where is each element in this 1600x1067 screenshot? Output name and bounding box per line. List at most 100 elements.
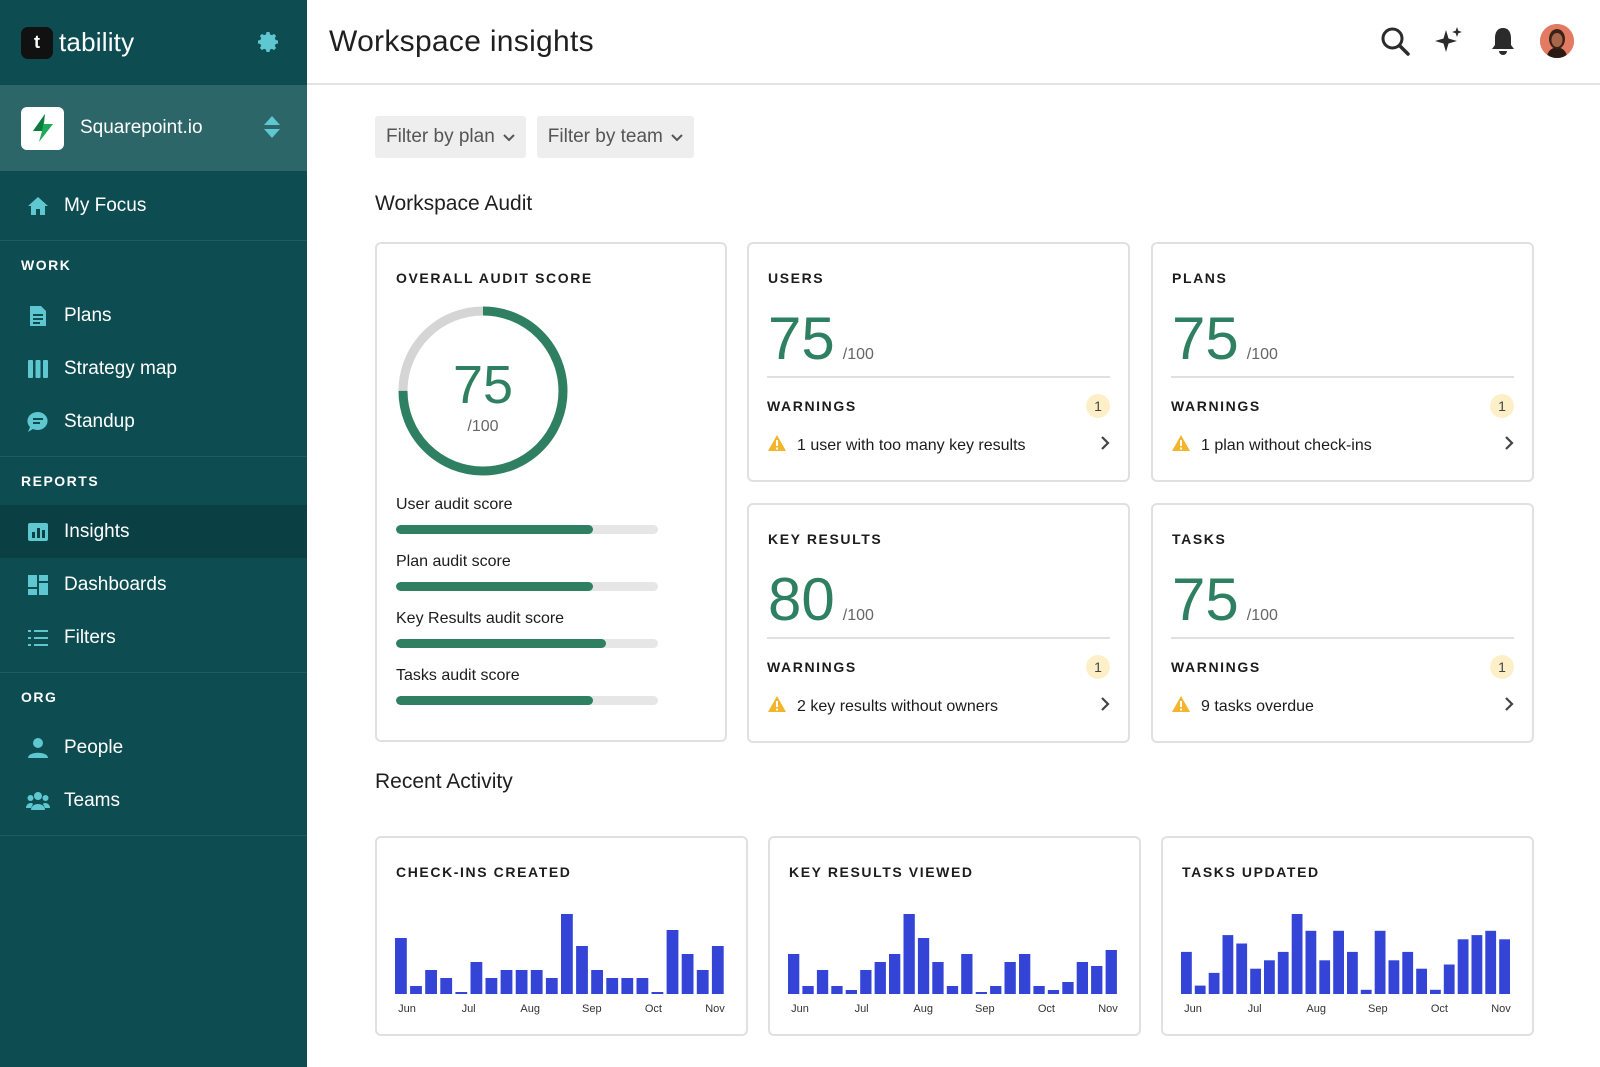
sidebar: t tability Squarepoint.io My Focus WORK … (0, 0, 307, 1067)
chart-bar (455, 992, 468, 994)
warning-item[interactable]: 9 tasks overdue (1153, 695, 1532, 718)
chart-bar (1091, 966, 1103, 994)
plans-audit-card: PLANS 75/100 WARNINGS 1 1 plan without c… (1151, 242, 1534, 482)
chart-bar (711, 946, 724, 994)
overall-audit-card: OVERALL AUDIT SCORE 75 /100 User audit s… (375, 242, 727, 742)
chart-bar (889, 954, 901, 994)
sidebar-item-teams[interactable]: Teams (0, 774, 307, 827)
audit-score: 75 (1172, 305, 1239, 372)
sparkle-icon[interactable] (1432, 24, 1466, 58)
chart-bar (1047, 990, 1060, 994)
chevron-right-icon[interactable] (1100, 696, 1110, 717)
chart-bar (1485, 930, 1497, 994)
chart-bar (440, 978, 453, 994)
chart-title: TASKS UPDATED (1182, 864, 1320, 880)
divider (767, 637, 1110, 639)
chat-icon (26, 410, 50, 434)
warnings-header: WARNINGS 1 (749, 394, 1128, 418)
chart-bar (636, 978, 649, 994)
chart-bar (802, 986, 814, 994)
search-icon[interactable] (1378, 24, 1412, 58)
sidebar-item-filters[interactable]: Filters (0, 611, 307, 664)
sidebar-item-my-focus[interactable]: My Focus (0, 179, 307, 232)
sidebar-item-label: My Focus (64, 194, 147, 216)
switch-workspace-icon[interactable] (263, 115, 281, 144)
recent-activity-title: Recent Activity (375, 770, 513, 793)
sidebar-heading-reports: REPORTS (21, 473, 100, 489)
sidebar-item-insights[interactable]: Insights (0, 505, 307, 558)
x-tick-label: Oct (1038, 1003, 1055, 1015)
bar-chart: Jun Jul Aug Sep Oct Nov (1181, 914, 1511, 1015)
key-results-audit-card: KEY RESULTS 80/100 WARNINGS 1 2 key resu… (747, 503, 1130, 743)
bell-icon[interactable] (1486, 24, 1520, 58)
x-tick-label: Nov (1098, 1003, 1118, 1015)
chevron-right-icon[interactable] (1504, 435, 1514, 456)
warning-icon (767, 695, 787, 718)
progress-track (396, 525, 658, 534)
warnings-count-badge: 1 (1086, 655, 1110, 679)
chart-bar (1457, 939, 1469, 994)
user-avatar[interactable] (1540, 24, 1574, 58)
progress-fill (396, 525, 593, 534)
chart-title: KEY RESULTS VIEWED (789, 864, 974, 880)
chart-bar (530, 970, 543, 994)
tability-logo-icon[interactable]: t (21, 26, 53, 59)
sidebar-item-plans[interactable]: Plans (0, 289, 307, 342)
chart-bar (946, 986, 959, 994)
score-denominator: /100 (1246, 607, 1278, 624)
list-icon (26, 626, 50, 650)
chart-bar (1277, 951, 1289, 994)
chart-bar (561, 914, 573, 994)
card-label: PLANS (1172, 270, 1228, 286)
chevron-right-icon[interactable] (1100, 435, 1110, 456)
warning-icon (1171, 695, 1191, 718)
chart-bar (1004, 962, 1016, 994)
filter-by-team-button[interactable]: Filter by team (536, 116, 694, 158)
chart-bar (1194, 985, 1206, 994)
sidebar-heading-org: ORG (21, 689, 58, 705)
card-label: TASKS (1172, 531, 1227, 547)
filter-by-plan-button[interactable]: Filter by plan (375, 116, 526, 158)
score-block: 75/100 (1172, 565, 1278, 635)
chart-bar (1291, 914, 1303, 994)
filter-plan-label: Filter by plan (386, 126, 495, 147)
chart-bar (1033, 986, 1045, 994)
chart-bar (470, 962, 483, 994)
x-tick-label: Oct (1431, 1003, 1448, 1015)
score-denominator: /100 (842, 346, 874, 363)
chart-bar (515, 970, 528, 994)
sidebar-item-people[interactable]: People (0, 721, 307, 774)
warnings-count-badge: 1 (1086, 394, 1110, 418)
chart-bar (576, 946, 588, 994)
chart-bar (1208, 972, 1220, 994)
tasks-updated-card: TASKS UPDATED Jun Jul Aug Sep Oct Nov (1161, 836, 1534, 1036)
user-audit-bar: User audit score (396, 496, 658, 534)
chart-bar (1250, 968, 1261, 994)
chart-bar (410, 986, 422, 994)
warning-item[interactable]: 1 plan without check-ins (1153, 434, 1532, 457)
chart-bar (1416, 968, 1427, 994)
gear-icon[interactable] (257, 30, 281, 54)
chevron-right-icon[interactable] (1504, 696, 1514, 717)
warning-icon (767, 434, 787, 457)
chart-bar (485, 978, 498, 994)
sidebar-item-dashboards[interactable]: Dashboards (0, 558, 307, 611)
sidebar-heading-work: WORK (21, 257, 72, 273)
x-tick-label: Jun (1184, 1003, 1202, 1015)
sidebar-item-strategy-map[interactable]: Strategy map (0, 342, 307, 395)
warning-text: 1 user with too many key results (797, 436, 1026, 454)
workspace-switcher[interactable]: Squarepoint.io (0, 85, 307, 171)
key-results-audit-bar: Key Results audit score (396, 610, 658, 648)
warning-item[interactable]: 1 user with too many key results (749, 434, 1128, 457)
brand-name: tability (59, 27, 135, 57)
chevron-down-icon (503, 126, 515, 148)
warning-text: 2 key results without owners (797, 697, 998, 715)
warning-item[interactable]: 2 key results without owners (749, 695, 1128, 718)
x-tick-label: Jul (855, 1003, 869, 1015)
sidebar-item-standup[interactable]: Standup (0, 395, 307, 448)
chart-bar (1319, 960, 1331, 994)
document-icon (26, 304, 50, 328)
tasks-audit-card: TASKS 75/100 WARNINGS 1 9 tasks overdue (1151, 503, 1534, 743)
divider (1171, 376, 1514, 378)
chart-bar (1019, 954, 1031, 994)
